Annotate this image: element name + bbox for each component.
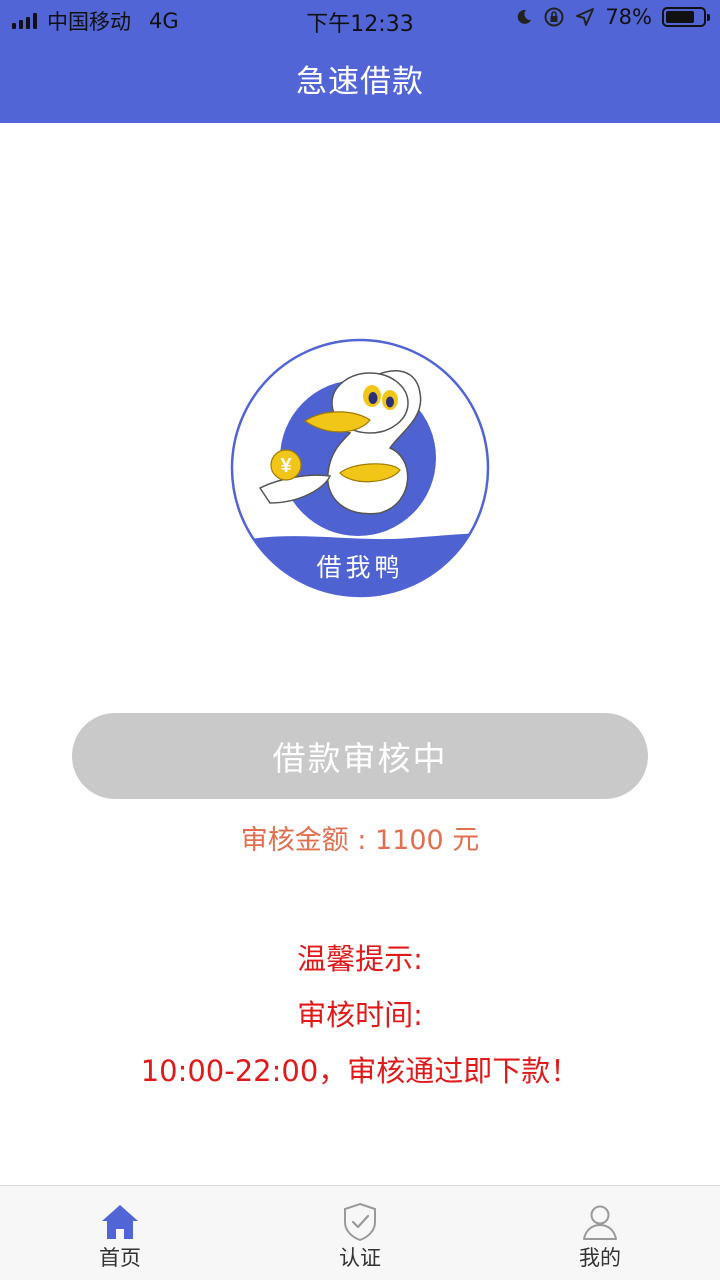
loan-review-button[interactable]: 借款审核中 bbox=[72, 713, 648, 799]
user-icon bbox=[583, 1205, 617, 1240]
tab-home-label: 首页 bbox=[99, 1246, 141, 1270]
tab-home[interactable]: 首页 bbox=[60, 1186, 180, 1281]
tip-heading: 温馨提示: bbox=[297, 942, 423, 976]
tab-verify[interactable]: 认证 bbox=[300, 1186, 420, 1281]
home-icon bbox=[102, 1205, 138, 1239]
review-time-label: 审核时间: bbox=[297, 998, 423, 1032]
shield-check-icon bbox=[344, 1202, 376, 1242]
status-right: 78% bbox=[515, 5, 710, 29]
location-icon bbox=[576, 8, 595, 26]
tab-verify-label: 认证 bbox=[339, 1246, 381, 1270]
battery-icon bbox=[662, 7, 710, 27]
review-time-detail: 10:00-22:00，审核通过即下款！ bbox=[140, 1054, 580, 1088]
page-title: 急速借款 bbox=[296, 64, 424, 100]
tab-bar: 首页 认证 我的 bbox=[0, 1185, 720, 1280]
orientation-lock-icon bbox=[544, 7, 564, 27]
status-bar: 中国移动 4G 下午12:33 78% bbox=[0, 0, 720, 40]
battery-percent: 78% bbox=[605, 5, 652, 29]
logo-text: 借我鸭 bbox=[316, 553, 403, 582]
duck-logo: ¥ 借我鸭 bbox=[230, 338, 490, 598]
moon-icon bbox=[518, 9, 532, 24]
battery-fill bbox=[666, 11, 695, 23]
review-amount: 审核金额 : 1100 元 bbox=[240, 825, 480, 856]
tab-mine[interactable]: 我的 bbox=[540, 1186, 660, 1281]
app-header: 中国移动 4G 下午12:33 78% 急速借款 bbox=[0, 0, 720, 123]
tab-mine-label: 我的 bbox=[579, 1246, 621, 1270]
coin-symbol: ¥ bbox=[280, 455, 292, 477]
